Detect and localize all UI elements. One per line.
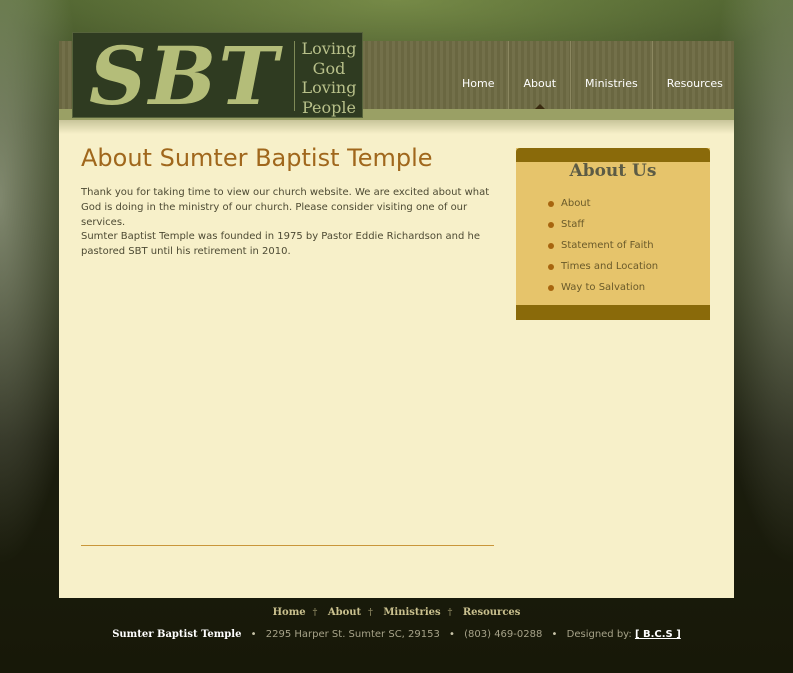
bullet-icon (548, 222, 554, 228)
bullet-icon (548, 243, 554, 249)
nav-resources[interactable]: Resources (653, 41, 737, 109)
nav-about[interactable]: About (509, 41, 572, 109)
footer-link-home[interactable]: Home (273, 607, 306, 618)
sidebar-link-times-location[interactable]: Times and Location (561, 261, 658, 272)
main-nav: Home About Ministries Resources (448, 41, 737, 109)
sidebar-item-times-location: Times and Location (548, 260, 658, 281)
bullet-icon (548, 201, 554, 207)
footer-link-resources[interactable]: Resources (463, 607, 521, 618)
cross-icon: † (447, 608, 453, 618)
intro-paragraph: Thank you for taking time to view our ch… (81, 187, 490, 228)
bullet-icon (548, 285, 554, 291)
footer-org-name: Sumter Baptist Temple (112, 629, 242, 640)
logo-tagline-line: Loving (301, 78, 357, 97)
nav-ministries[interactable]: Ministries (571, 41, 653, 109)
logo-divider (294, 41, 295, 111)
content-divider (81, 545, 494, 546)
bullet-icon (548, 264, 554, 270)
sidebar-links: About Staff Statement of Faith Times and… (548, 197, 658, 302)
logo-tagline-line: God (312, 58, 346, 78)
bullet-separator: • (250, 629, 257, 640)
footer-info: Sumter Baptist Temple • 2295 Harper St. … (0, 629, 793, 640)
page-title: About Sumter Baptist Temple (81, 144, 433, 172)
footer-designed-by-label: Designed by: (566, 629, 632, 640)
footer-link-about[interactable]: About (328, 607, 361, 618)
bullet-separator: • (449, 629, 455, 640)
designer-credit-link[interactable]: [ B.C.S ] (635, 629, 681, 640)
bullet-separator: • (551, 629, 558, 640)
sidebar-item-way-to-salvation: Way to Salvation (548, 281, 658, 302)
site-logo[interactable]: SBT Loving God Loving People (72, 29, 363, 123)
sidebar-item-statement-of-faith: Statement of Faith (548, 239, 658, 260)
sidebar-link-staff[interactable]: Staff (561, 219, 584, 230)
footer-link-ministries[interactable]: Ministries (383, 607, 440, 618)
footer-address: 2295 Harper St. Sumter SC, 29153 (265, 629, 440, 640)
logo-mark: SBT (89, 29, 280, 123)
footer-phone: (803) 469-0288 (464, 629, 543, 640)
sidebar-link-about[interactable]: About (561, 198, 591, 209)
footer-nav: Home † About † Ministries † Resources (0, 607, 793, 618)
cross-icon: † (368, 608, 373, 618)
nav-home[interactable]: Home (448, 41, 510, 109)
logo-tagline-line: People (302, 97, 356, 117)
logo-tagline-line: Loving (301, 39, 357, 58)
sidebar-link-way-to-salvation[interactable]: Way to Salvation (561, 282, 645, 293)
sidebar-bottom-band (516, 305, 710, 320)
sidebar-item-about: About (548, 197, 658, 218)
sidebar-title: About Us (569, 161, 657, 181)
history-paragraph: Sumter Baptist Temple was founded in 197… (81, 231, 480, 257)
about-sidebar: About Us About Staff Statement of Faith … (516, 148, 710, 320)
sidebar-top-band (516, 148, 710, 162)
logo-tagline: Loving God Loving People (299, 39, 359, 117)
cross-icon: † (312, 608, 318, 618)
sidebar-link-statement-of-faith[interactable]: Statement of Faith (561, 240, 654, 251)
sidebar-item-staff: Staff (548, 218, 658, 239)
